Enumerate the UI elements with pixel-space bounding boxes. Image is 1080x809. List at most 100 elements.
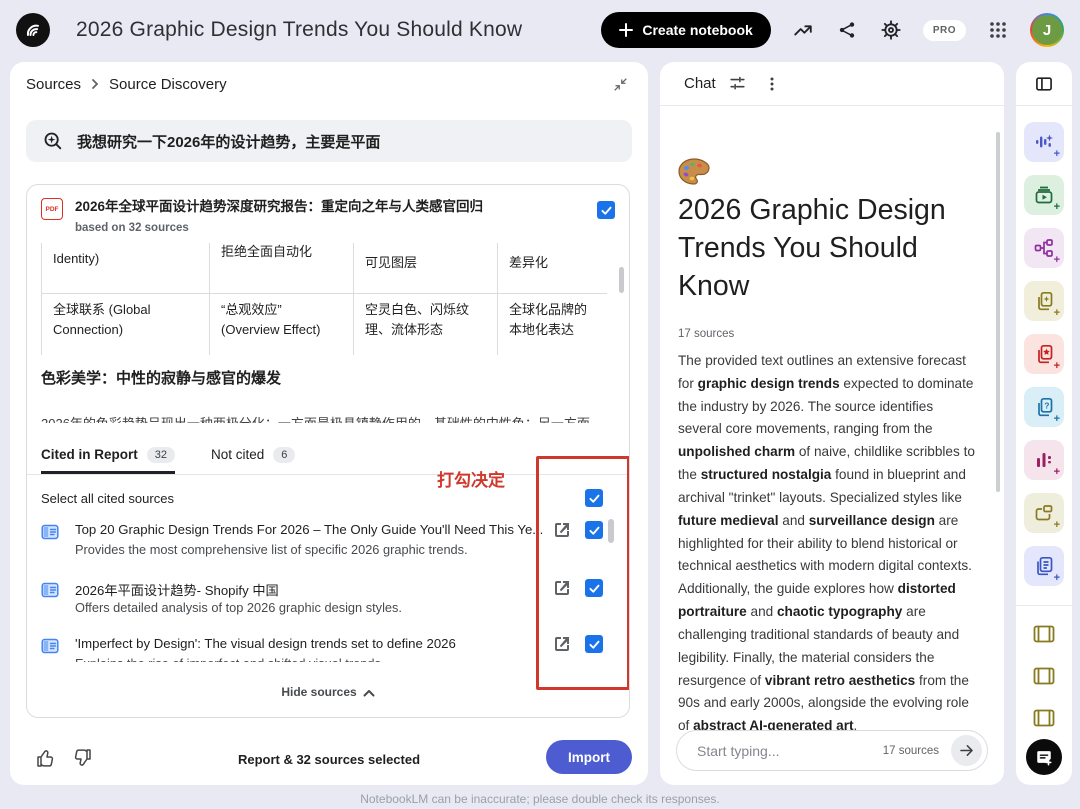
infographic-button[interactable]: + — [1024, 440, 1064, 480]
open-external-link-icon[interactable] — [553, 521, 571, 539]
research-query[interactable]: 我想研究一下2026年的设计趋势，主要是平面 — [26, 120, 632, 162]
plus-mini-icon: + — [1054, 414, 1060, 425]
tab-cited-in-report[interactable]: Cited in Report 32 — [41, 435, 175, 474]
plus-mini-icon: + — [1054, 202, 1060, 213]
mind-map-button[interactable]: + — [1024, 228, 1064, 268]
report-clipped-text: 2026年的色彩趋势呈现出一种两极分化：一方面是极具镇静作用的、基础性的中性色；… — [41, 413, 617, 423]
chat-header: Chat — [660, 62, 1004, 106]
source-row[interactable]: 'Imperfect by Design': The visual design… — [41, 635, 605, 689]
report-checkbox-checked[interactable] — [597, 201, 615, 219]
source-description-clipped: Explains the rise of imperfect and shift… — [75, 656, 545, 662]
web-source-icon — [41, 523, 59, 546]
chat-scrollbar-thumb[interactable] — [996, 132, 1000, 492]
frame-item-icon[interactable] — [1033, 665, 1055, 687]
chat-panel: Chat 2026 Graphic Design Trends You Shou… — [660, 62, 1004, 785]
search-sparkle-icon — [42, 130, 64, 152]
plus-mini-icon: + — [1054, 255, 1060, 266]
notebook-title: 2026 Graphic Design Trends You Should Kn… — [76, 18, 522, 42]
header-actions: Create notebook PRO J — [601, 12, 1064, 48]
notebooklm-logo-icon[interactable] — [16, 13, 50, 47]
slides-button[interactable]: + — [1024, 493, 1064, 533]
plus-mini-icon: + — [1054, 520, 1060, 531]
video-overview-button[interactable]: + — [1024, 175, 1064, 215]
check-icon — [588, 582, 601, 595]
check-icon — [588, 524, 601, 537]
table-cell: 差异化 — [498, 243, 608, 293]
source-title: 2026年平面设计趋势- Shopify 中国 — [75, 580, 555, 599]
rail-divider — [1016, 605, 1072, 606]
frame-item-icon[interactable] — [1033, 623, 1055, 645]
sources-breadcrumb: Sources Source Discovery — [10, 62, 648, 106]
sources-panel: Sources Source Discovery 我想研究一下2026年的设计趋… — [10, 62, 648, 785]
pro-badge: PRO — [923, 20, 966, 41]
create-notebook-button[interactable]: Create notebook — [601, 12, 770, 48]
source-row[interactable]: 2026年平面设计趋势- Shopify 中国 Offers detailed … — [41, 579, 605, 633]
breadcrumb-source-discovery: Source Discovery — [109, 76, 227, 93]
hide-sources-button[interactable]: Hide sources — [27, 685, 629, 699]
chevron-up-icon — [363, 688, 375, 698]
source-checkbox-checked[interactable] — [585, 635, 603, 653]
import-button[interactable]: Import — [546, 740, 632, 774]
source-checkbox-checked[interactable] — [585, 521, 603, 539]
web-source-icon — [41, 637, 59, 660]
chat-more-menu-icon[interactable] — [760, 72, 784, 96]
app-header: 2026 Graphic Design Trends You Should Kn… — [0, 0, 1080, 60]
select-all-row: Select all cited sources — [41, 487, 605, 509]
report-section-heading: 色彩美学：中性的寂静与感官的爆发 — [41, 367, 281, 388]
check-icon — [588, 492, 601, 505]
palette-emoji-icon — [678, 158, 710, 191]
select-all-checkbox-checked[interactable] — [585, 489, 603, 507]
plus-mini-icon: + — [1054, 308, 1060, 319]
cited-count-badge: 32 — [147, 447, 175, 463]
chat-settings-icon[interactable] — [726, 72, 750, 96]
report-subtitle: based on 32 sources — [75, 222, 585, 234]
table-cell: 空灵白色、闪烁纹理、流体形态 — [354, 293, 498, 355]
report-cards-button[interactable]: + — [1024, 281, 1064, 321]
avatar-letter: J — [1032, 15, 1062, 45]
rail-divider — [1016, 105, 1072, 106]
apps-grid-icon[interactable] — [986, 18, 1010, 42]
briefing-doc-button[interactable]: + — [1024, 546, 1064, 586]
audio-overview-button[interactable]: + — [1024, 122, 1064, 162]
chat-title: Chat — [684, 75, 716, 92]
chat-summary: The provided text outlines an extensive … — [678, 350, 976, 738]
report-preview-table: Identity) 拒绝全面自动化 可见图层 差异化 全球联系 (Global … — [41, 243, 607, 355]
share-icon[interactable] — [835, 18, 859, 42]
analytics-icon[interactable] — [791, 18, 815, 42]
check-icon — [600, 204, 613, 217]
chat-text-input[interactable] — [697, 743, 879, 759]
table-cell: 全球联系 (Global Connection) — [42, 293, 210, 355]
open-external-link-icon[interactable] — [553, 579, 571, 597]
cited-tabs: Cited in Report 32 Not cited 6 — [27, 435, 629, 475]
source-checkbox-checked[interactable] — [585, 579, 603, 597]
report-scrollbar-thumb[interactable] — [619, 267, 624, 293]
web-source-icon — [41, 581, 59, 604]
source-title: 'Imperfect by Design': The visual design… — [75, 636, 555, 651]
breadcrumb-sources[interactable]: Sources — [26, 76, 81, 93]
chevron-right-icon — [89, 78, 101, 90]
studio-rail: + + + + + ? + + + — [1016, 62, 1072, 785]
table-cell: Identity) — [42, 243, 210, 293]
report-title: 2026年全球平面设计趋势深度研究报告：重定向之年与人类感官回归 — [75, 198, 585, 217]
tab-not-cited[interactable]: Not cited 6 — [211, 435, 295, 474]
sources-scrollbar-thumb[interactable] — [608, 519, 614, 543]
open-external-link-icon[interactable] — [553, 635, 571, 653]
chat-sources-count: 17 sources — [678, 328, 734, 340]
flashcards-button[interactable]: + — [1024, 334, 1064, 374]
collapse-panel-icon[interactable] — [608, 72, 632, 96]
user-avatar[interactable]: J — [1030, 13, 1064, 47]
frame-item-icon[interactable] — [1033, 707, 1055, 729]
source-row[interactable]: Top 20 Graphic Design Trends For 2026 – … — [41, 521, 605, 575]
create-notebook-label: Create notebook — [642, 22, 752, 38]
pdf-icon: PDF — [41, 198, 63, 220]
plus-mini-icon: + — [1054, 361, 1060, 372]
check-icon — [588, 638, 601, 651]
add-note-button[interactable] — [1026, 739, 1062, 775]
source-title: Top 20 Graphic Design Trends For 2026 – … — [75, 522, 555, 537]
source-description: Provides the most comprehensive list of … — [75, 542, 545, 557]
chat-notebook-heading: 2026 Graphic Design Trends You Should Kn… — [678, 192, 978, 306]
settings-gear-icon[interactable] — [879, 18, 903, 42]
toggle-panel-icon[interactable] — [1032, 72, 1056, 96]
quiz-button[interactable]: ? + — [1024, 387, 1064, 427]
send-button[interactable] — [951, 735, 982, 766]
